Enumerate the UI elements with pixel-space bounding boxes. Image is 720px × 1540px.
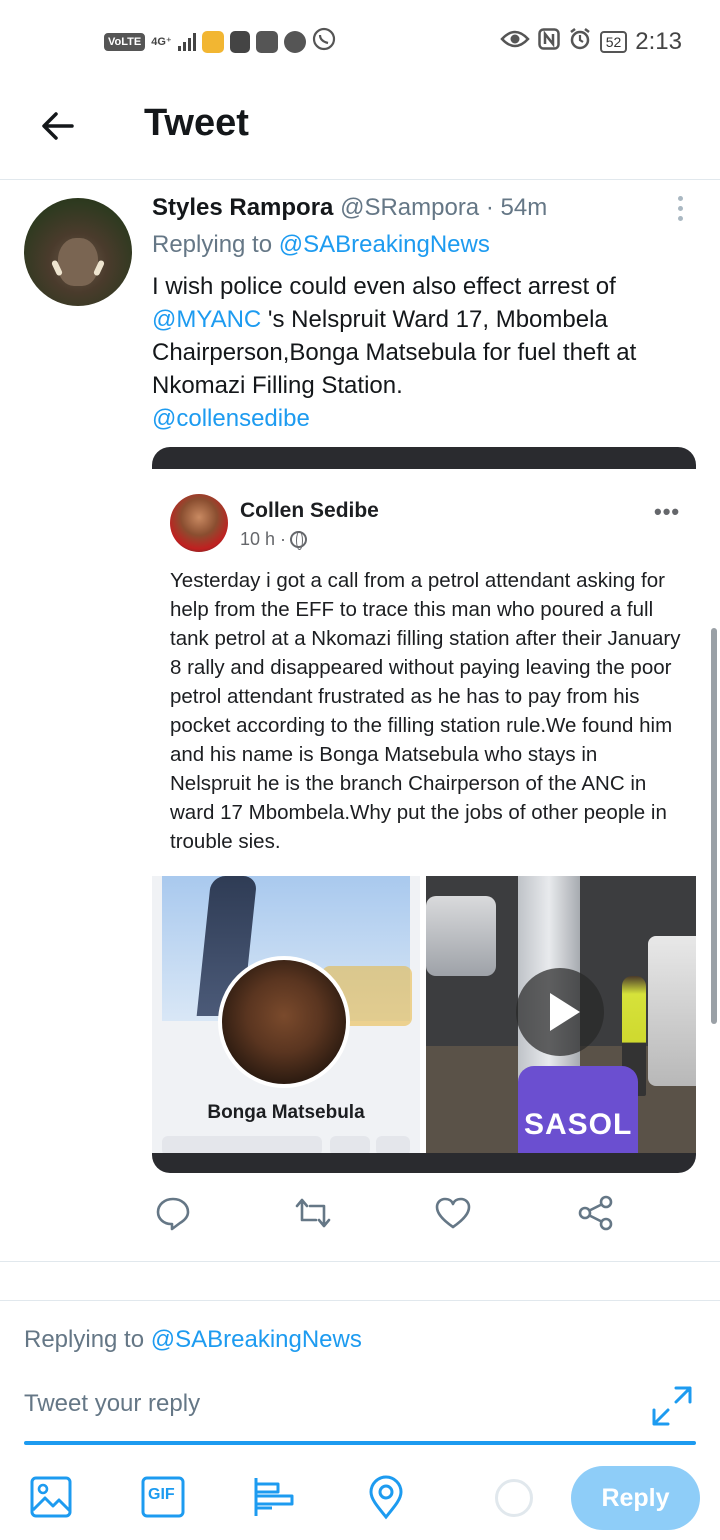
composer-replying-link[interactable]: @SABreakingNews bbox=[151, 1326, 362, 1353]
reply-button[interactable]: Reply bbox=[571, 1466, 700, 1530]
notification-app-icon bbox=[229, 30, 250, 53]
status-right: 52 2:13 bbox=[499, 27, 682, 56]
profile-button bbox=[330, 1136, 370, 1153]
embedded-more-icon: ••• bbox=[654, 499, 681, 524]
tweet-text-part: I wish police could even also effect arr… bbox=[152, 273, 616, 300]
share-icon bbox=[578, 1195, 613, 1231]
heart-icon bbox=[435, 1197, 471, 1229]
add-photo-button[interactable] bbox=[28, 1474, 74, 1520]
expand-icon bbox=[652, 1386, 692, 1426]
eye-icon bbox=[499, 29, 530, 54]
composer-replying-prefix: Replying to bbox=[24, 1326, 151, 1353]
divider bbox=[0, 1300, 720, 1301]
avatar-image-detail bbox=[58, 238, 98, 286]
gif-label: GIF bbox=[148, 1486, 175, 1503]
status-bar: VoLTE 4G⁺ 52 2:13 bbox=[0, 0, 720, 82]
mention-link[interactable]: @MYANC bbox=[152, 306, 261, 333]
back-arrow-icon bbox=[42, 112, 74, 140]
signal-icon bbox=[177, 32, 196, 51]
whatsapp-icon bbox=[312, 27, 336, 56]
add-poll-button[interactable] bbox=[252, 1474, 298, 1520]
page-title: Tweet bbox=[144, 102, 249, 144]
video-thumbnail: SASOL bbox=[426, 876, 696, 1153]
composer-replying-to: Replying to @SABreakingNews bbox=[24, 1326, 362, 1354]
retweet-button[interactable] bbox=[292, 1192, 334, 1234]
alarm-icon bbox=[568, 27, 592, 56]
author-name[interactable]: Styles Rampora bbox=[152, 194, 333, 221]
profile-picture bbox=[218, 956, 350, 1088]
author-handle[interactable]: @SRampora bbox=[340, 194, 479, 221]
car-image bbox=[426, 896, 496, 976]
poll-icon bbox=[254, 1478, 294, 1516]
embedded-post-text: Yesterday i got a call from a petrol att… bbox=[170, 569, 681, 853]
globe-icon bbox=[290, 531, 308, 550]
character-count-circle bbox=[495, 1479, 533, 1517]
tweet-text: I wish police could even also effect arr… bbox=[152, 270, 700, 435]
tweet-media[interactable]: Collen Sedibe 10 h · ••• Yesterday i got… bbox=[152, 447, 696, 1173]
like-button[interactable] bbox=[432, 1192, 474, 1234]
replying-to-link[interactable]: @SABreakingNews bbox=[279, 231, 490, 258]
embedded-author-name: Collen Sedibe bbox=[240, 499, 379, 522]
embedded-author-avatar bbox=[170, 494, 228, 552]
clock: 2:13 bbox=[635, 27, 682, 55]
tweet-actions bbox=[152, 1192, 622, 1236]
more-options-icon[interactable] bbox=[672, 196, 688, 224]
author-avatar[interactable] bbox=[24, 198, 132, 306]
back-button[interactable] bbox=[38, 106, 78, 146]
notification-app-icon bbox=[255, 30, 278, 53]
profile-button bbox=[376, 1136, 410, 1153]
play-icon bbox=[516, 968, 604, 1056]
notification-app-icon bbox=[283, 30, 306, 53]
truck-image bbox=[648, 936, 696, 1086]
notification-app-icon bbox=[201, 30, 224, 53]
embedded-time-text: 10 h · bbox=[240, 529, 287, 549]
status-left: VoLTE 4G⁺ bbox=[104, 27, 336, 56]
reply-action-button[interactable] bbox=[152, 1192, 194, 1234]
nfc-icon bbox=[537, 28, 560, 55]
replying-prefix: Replying to bbox=[152, 231, 279, 258]
volte-indicator: VoLTE bbox=[104, 32, 146, 51]
separator-dot: · bbox=[485, 194, 494, 221]
battery-indicator: 52 bbox=[599, 30, 628, 53]
retweet-icon bbox=[295, 1198, 331, 1228]
share-button[interactable] bbox=[574, 1192, 616, 1234]
location-pin-icon bbox=[369, 1475, 403, 1520]
pump-brand: SASOL bbox=[524, 1108, 633, 1141]
add-location-button[interactable] bbox=[363, 1474, 409, 1520]
expand-composer-button[interactable] bbox=[650, 1384, 694, 1428]
input-underline bbox=[24, 1441, 696, 1445]
tweet-time: 54m bbox=[500, 194, 548, 221]
tweet-header: Styles Rampora @SRampora · 54m bbox=[152, 194, 547, 222]
image-icon bbox=[30, 1476, 72, 1518]
top-app-bar: Tweet bbox=[0, 82, 720, 180]
network-type: 4G⁺ bbox=[151, 35, 172, 48]
embedded-post-time: 10 h · bbox=[240, 529, 308, 550]
profile-name: Bonga Matsebula bbox=[207, 1102, 365, 1123]
profile-button bbox=[162, 1136, 322, 1153]
divider bbox=[0, 1261, 720, 1262]
reply-input[interactable] bbox=[24, 1390, 634, 1418]
embedded-post: Collen Sedibe 10 h · ••• Yesterday i got… bbox=[152, 469, 696, 1153]
replying-to: Replying to @SABreakingNews bbox=[152, 231, 490, 259]
scrollbar[interactable] bbox=[711, 628, 717, 1024]
add-gif-button[interactable]: GIF bbox=[140, 1474, 186, 1520]
comment-icon bbox=[156, 1197, 190, 1231]
mention-link[interactable]: @collensedibe bbox=[152, 405, 310, 432]
profile-photo: Bonga Matsebula bbox=[152, 876, 420, 1153]
